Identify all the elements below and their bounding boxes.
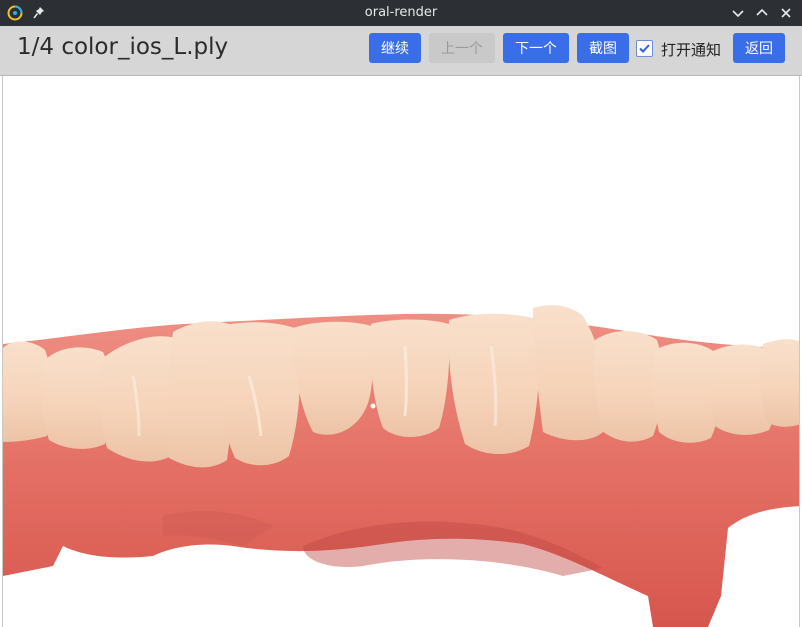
render-viewport[interactable] — [2, 76, 800, 627]
minimize-icon[interactable] — [729, 4, 747, 22]
app-window: oral-render 1/4 color_ios_L.ply 继续 上一个 下… — [0, 0, 802, 627]
checkmark-icon — [639, 44, 650, 53]
close-icon[interactable] — [777, 4, 795, 22]
window-title: oral-render — [364, 5, 438, 20]
toolbar: 1/4 color_ios_L.ply 继续 上一个 下一个 截图 打开通知 返… — [0, 26, 802, 76]
dental-model-render — [3, 305, 799, 627]
back-button[interactable]: 返回 — [733, 33, 785, 63]
notify-checkbox[interactable] — [636, 40, 653, 57]
notify-label: 打开通知 — [661, 41, 722, 59]
file-title: 1/4 color_ios_L.ply — [17, 34, 229, 60]
previous-button[interactable]: 上一个 — [429, 33, 495, 63]
continue-button[interactable]: 继续 — [369, 33, 421, 63]
maximize-icon[interactable] — [753, 4, 771, 22]
next-button[interactable]: 下一个 — [503, 33, 569, 63]
screenshot-button[interactable]: 截图 — [577, 33, 629, 63]
title-bar: oral-render — [0, 0, 802, 26]
